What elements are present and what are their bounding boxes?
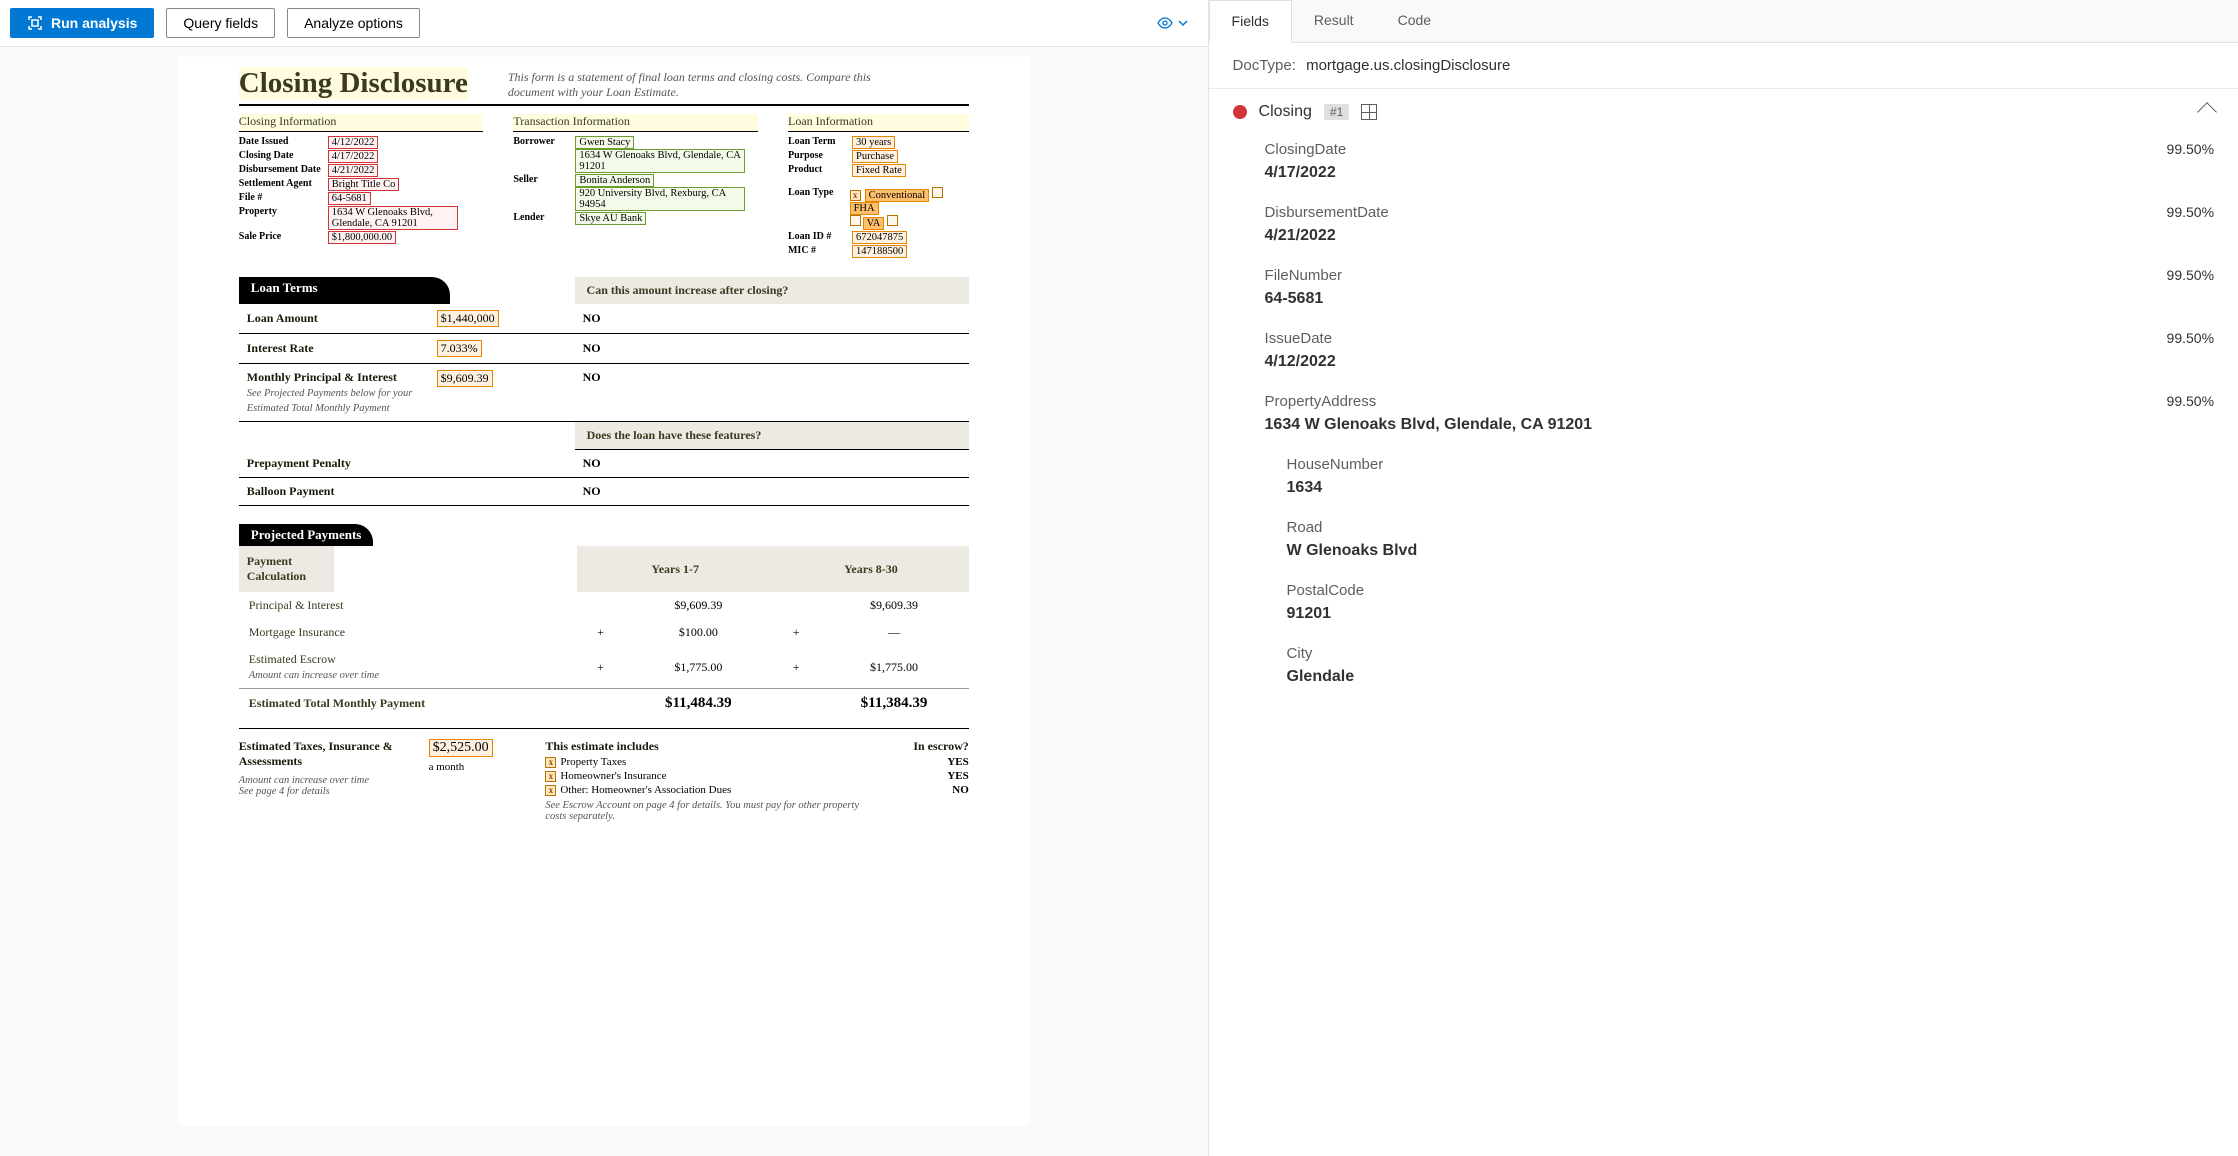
subfield-PostalCode[interactable]: PostalCode 91201 [1209, 576, 2238, 639]
analyze-options-button[interactable]: Analyze options [287, 8, 420, 38]
doctype-value: mortgage.us.closingDisclosure [1306, 57, 1510, 74]
field-borrower-name: Gwen Stacy [575, 136, 634, 149]
field-confidence: 99.50% [2167, 330, 2214, 346]
projected-payments-header: Projected Payments [239, 524, 374, 546]
query-fields-button[interactable]: Query fields [166, 8, 275, 38]
loan-terms-question: Can this amount increase after closing? [575, 277, 969, 304]
field-name: HouseNumber [1287, 456, 2214, 473]
field-PropertyAddress[interactable]: PropertyAddress99.50% 1634 W Glenoaks Blv… [1209, 387, 2238, 450]
tab-fields[interactable]: Fields [1209, 0, 1292, 43]
field-ClosingDate[interactable]: ClosingDate99.50% 4/17/2022 [1209, 135, 2238, 198]
scan-icon [27, 15, 43, 31]
field-sale-price: $1,800,000.00 [328, 231, 396, 244]
document-title: Closing Disclosure [239, 67, 468, 100]
doctype-row: DocType: mortgage.us.closingDisclosure [1209, 43, 2238, 89]
document-page: Closing Disclosure This form is a statem… [179, 57, 1029, 1126]
field-seller-addr: 920 University Blvd, Rexburg, CA 94954 [575, 187, 745, 211]
field-loan-id: 672047875 [852, 231, 907, 244]
field-name: PostalCode [1287, 582, 2214, 599]
document-viewport[interactable]: Closing Disclosure This form is a statem… [0, 47, 1208, 1156]
field-closing-date: 4/17/2022 [328, 150, 379, 163]
field-name: Road [1287, 519, 2214, 536]
field-value: 4/17/2022 [1265, 164, 2214, 182]
field-confidence: 99.50% [2167, 204, 2214, 220]
field-mpi: $9,609.39 [437, 370, 493, 387]
field-mic: 147188500 [852, 245, 907, 258]
field-name: City [1287, 645, 2214, 662]
field-interest-rate: 7.033% [437, 340, 482, 357]
field-value: 4/12/2022 [1265, 353, 2214, 371]
field-name: IssueDate [1265, 330, 2167, 347]
field-name: ClosingDate [1265, 141, 2167, 158]
group-name: Closing [1259, 103, 1312, 121]
field-property: 1634 W Glenoaks Blvd, Glendale, CA 91201 [328, 206, 458, 230]
fields-scroll[interactable]: DocType: mortgage.us.closingDisclosure C… [1209, 43, 2238, 1156]
field-IssueDate[interactable]: IssueDate99.50% 4/12/2022 [1209, 324, 2238, 387]
field-disbursement-date: 4/21/2022 [328, 164, 379, 177]
loan-terms-header: Loan Terms [239, 277, 451, 304]
field-name: PropertyAddress [1265, 393, 2167, 410]
group-color-icon [1233, 105, 1247, 119]
field-seller-name: Bonita Anderson [575, 174, 654, 187]
field-lender: Skye AU Bank [575, 212, 646, 225]
field-file-no: 64-5681 [328, 192, 371, 205]
field-settlement-agent: Bright Title Co [328, 178, 400, 191]
field-borrower-addr: 1634 W Glenoaks Blvd, Glendale, CA 91201 [575, 149, 745, 173]
chevron-up-icon [2197, 102, 2217, 122]
field-value: W Glenoaks Blvd [1287, 542, 2214, 560]
field-value: 64-5681 [1265, 290, 2214, 308]
field-loan-amount: $1,440,000 [437, 310, 499, 327]
field-FileNumber[interactable]: FileNumber99.50% 64-5681 [1209, 261, 2238, 324]
eye-icon [1156, 14, 1174, 32]
subfield-City[interactable]: City Glendale [1209, 639, 2238, 702]
loan-info-header: Loan Information [788, 114, 969, 132]
field-value: 91201 [1287, 605, 2214, 623]
field-value: 1634 W Glenoaks Blvd, Glendale, CA 91201 [1265, 416, 2214, 434]
document-subtitle: This form is a statement of final loan t… [508, 70, 888, 100]
field-loan-term: 30 years [852, 136, 895, 149]
subfield-Road[interactable]: Road W Glenoaks Blvd [1209, 513, 2238, 576]
field-date-issued: 4/12/2022 [328, 136, 379, 149]
chevron-down-icon [1176, 16, 1190, 30]
group-badge: #1 [1324, 104, 1349, 120]
field-name: FileNumber [1265, 267, 2167, 284]
doctype-label: DocType: [1233, 57, 1296, 74]
closing-info-header: Closing Information [239, 114, 484, 132]
transaction-info-header: Transaction Information [513, 114, 758, 132]
field-value: Glendale [1287, 668, 2214, 686]
field-confidence: 99.50% [2167, 141, 2214, 157]
field-confidence: 99.50% [2167, 393, 2214, 409]
tabs: Fields Result Code [1209, 0, 2238, 43]
field-confidence: 99.50% [2167, 267, 2214, 283]
field-value: 4/21/2022 [1265, 227, 2214, 245]
run-analysis-label: Run analysis [51, 15, 137, 31]
tab-code[interactable]: Code [1376, 0, 1453, 42]
document-pane: Run analysis Query fields Analyze option… [0, 0, 1209, 1156]
field-value: 1634 [1287, 479, 2214, 497]
results-pane: Fields Result Code DocType: mortgage.us.… [1209, 0, 2238, 1156]
view-toggle[interactable] [1148, 10, 1198, 36]
field-DisbursementDate[interactable]: DisbursementDate99.50% 4/21/2022 [1209, 198, 2238, 261]
run-analysis-button[interactable]: Run analysis [10, 8, 154, 38]
toolbar: Run analysis Query fields Analyze option… [0, 0, 1208, 47]
field-name: DisbursementDate [1265, 204, 2167, 221]
tab-result[interactable]: Result [1292, 0, 1376, 42]
field-purpose: Purchase [852, 150, 898, 163]
table-icon[interactable] [1361, 104, 1377, 120]
field-product: Fixed Rate [852, 164, 906, 177]
subfield-HouseNumber[interactable]: HouseNumber 1634 [1209, 450, 2238, 513]
field-etia-amount: $2,525.00 [429, 739, 493, 757]
group-closing[interactable]: Closing #1 [1209, 89, 2238, 135]
